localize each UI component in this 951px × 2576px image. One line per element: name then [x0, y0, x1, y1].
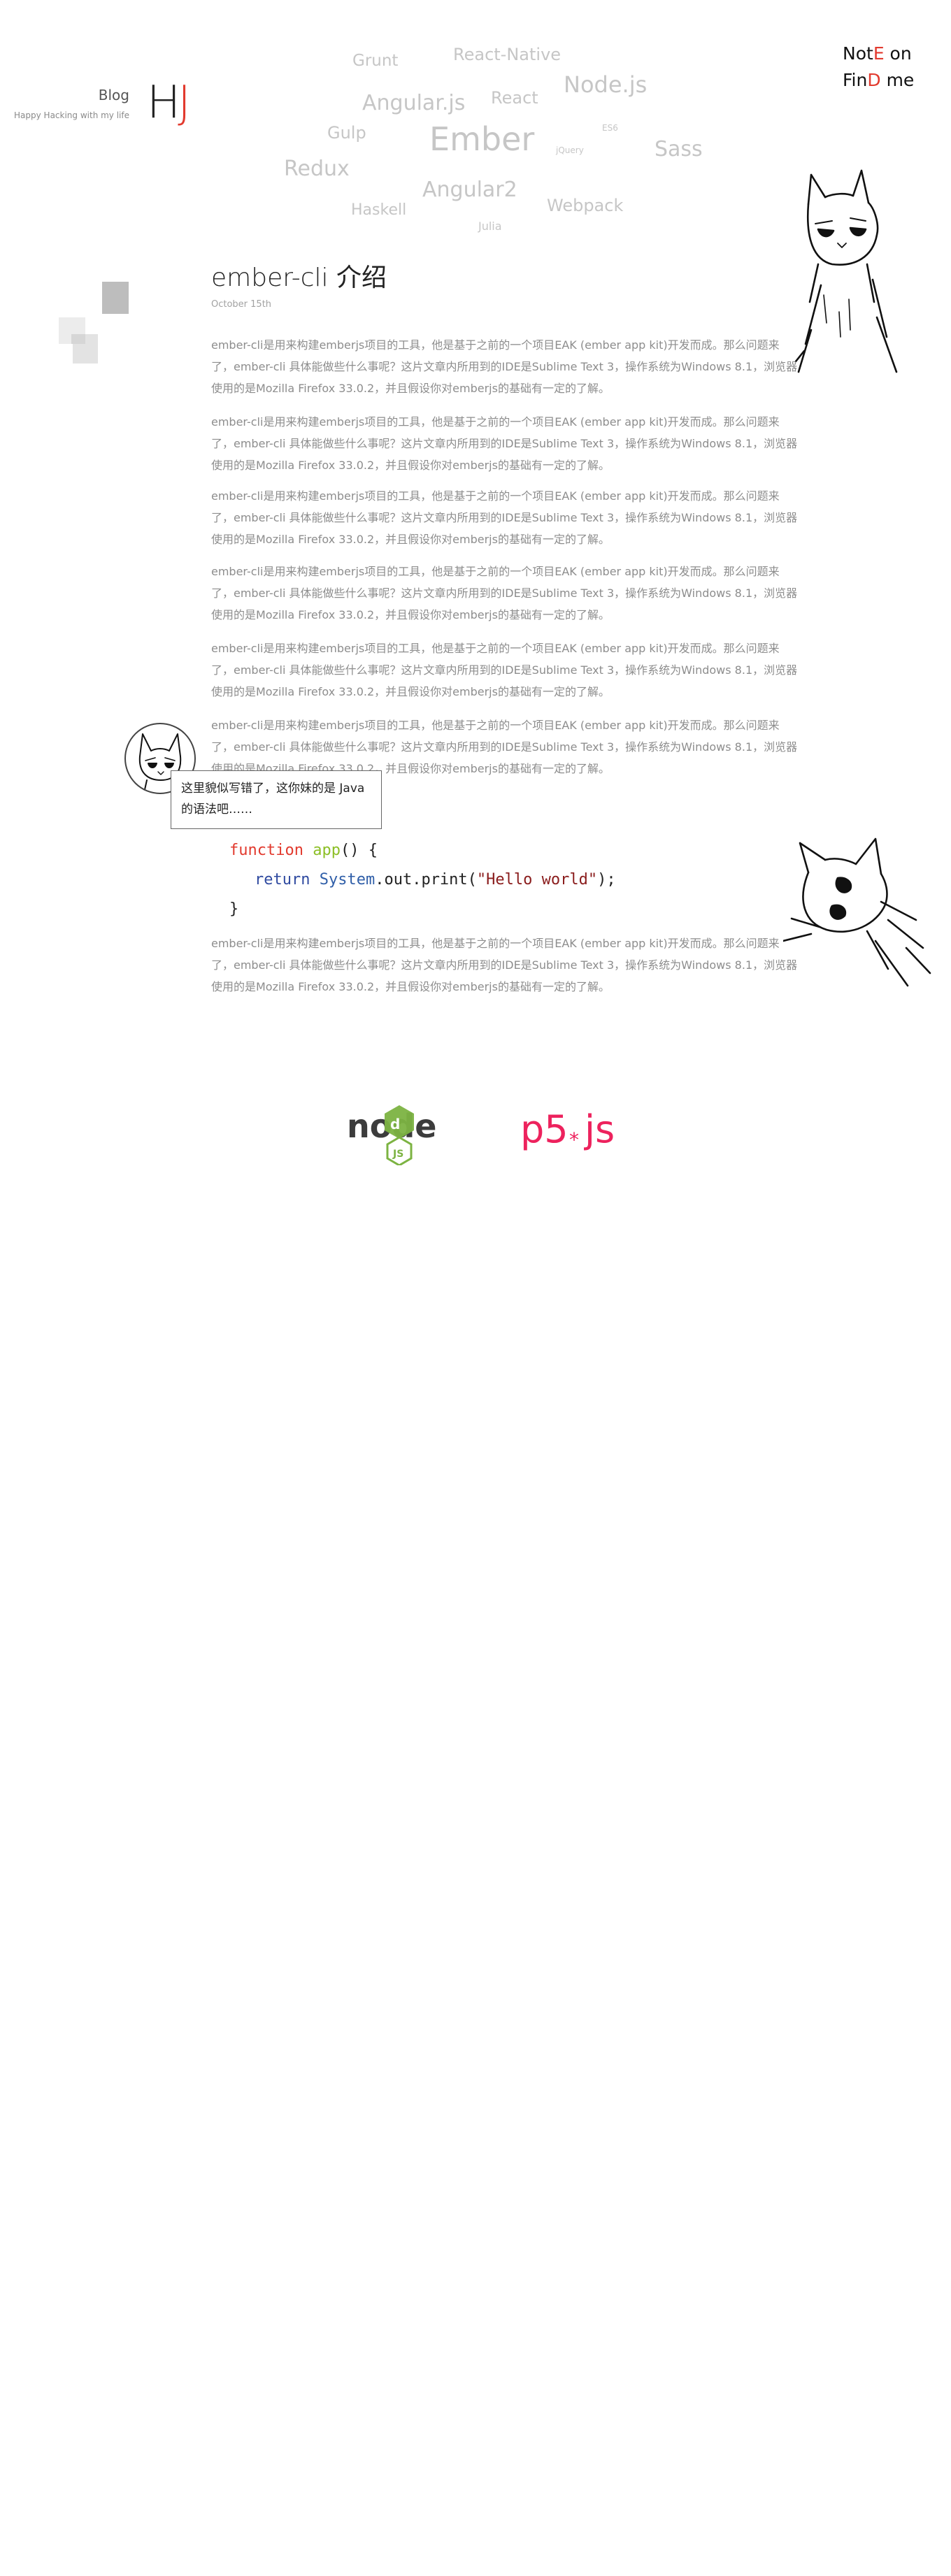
- article-paragraph: ember-cli是用来构建emberjs项目的工具，他是基于之前的一个项目EA…: [211, 937, 798, 993]
- article-paragraph: ember-cli是用来构建emberjs项目的工具，他是基于之前的一个项目EA…: [211, 565, 798, 621]
- tag-item[interactable]: Node.js: [564, 71, 647, 98]
- tag-item[interactable]: Sass: [655, 137, 703, 161]
- article-paragraph: ember-cli是用来构建emberjs项目的工具，他是基于之前的一个项目EA…: [211, 338, 798, 395]
- code-line: return System.out.print("Hello world");: [255, 871, 616, 888]
- article-header: ember-cli 介绍 October 15th: [211, 257, 785, 310]
- tag-item[interactable]: Grunt: [352, 52, 398, 70]
- deco-square: [71, 334, 85, 344]
- article-paragraph: ember-cli是用来构建emberjs项目的工具，他是基于之前的一个项目EA…: [211, 415, 798, 472]
- tag-item[interactable]: ES6: [602, 123, 618, 133]
- article-date: October 15th: [211, 299, 272, 310]
- code-line: function app() {: [229, 842, 378, 859]
- code-block: function app() { return System.out.print…: [229, 836, 616, 924]
- tag-item[interactable]: Julia: [478, 220, 502, 233]
- tag-item[interactable]: React: [491, 88, 538, 108]
- article-paragraph: ember-cli是用来构建emberjs项目的工具，他是基于之前的一个项目EA…: [211, 489, 798, 546]
- nodejs-logo-icon[interactable]: node d JS: [347, 1102, 452, 1165]
- code-line: }: [229, 900, 239, 918]
- nav-note-on[interactable]: NotE on: [843, 41, 934, 67]
- tag-item[interactable]: jQuery: [556, 145, 584, 155]
- cat-doodle-icon: [794, 169, 898, 373]
- nav-find-me[interactable]: FinD me: [843, 67, 934, 94]
- p5js-logo-text: p5: [520, 1107, 569, 1151]
- tag-item[interactable]: Haskell: [351, 201, 406, 219]
- logo-letter-j: J: [178, 77, 191, 129]
- tag-item[interactable]: Angular.js: [362, 91, 465, 115]
- blog-label[interactable]: Blog: [99, 87, 129, 103]
- comment-bubble: 这里貌似写错了，这你妹的是 Java 的语法吧……: [171, 770, 382, 829]
- tag-item[interactable]: Ember: [429, 120, 534, 158]
- p5js-logo-js: js: [584, 1107, 615, 1151]
- article-title: ember-cli 介绍: [211, 264, 387, 292]
- comment-text: 这里貌似写错了，这你妹的是 Java 的语法吧……: [181, 782, 365, 816]
- p5js-logo-icon[interactable]: p5 * js: [520, 1106, 615, 1155]
- nodejs-logo-d: d: [390, 1116, 400, 1132]
- article-paragraph: ember-cli是用来构建emberjs项目的工具，他是基于之前的一个项目EA…: [211, 642, 798, 698]
- tag-item[interactable]: Redux: [284, 157, 350, 181]
- p5js-logo-star: *: [569, 1128, 579, 1151]
- tag-item[interactable]: Webpack: [547, 196, 623, 215]
- nodejs-logo-badge: JS: [392, 1149, 403, 1160]
- cat-doodle-icon: [783, 837, 931, 987]
- site-brand[interactable]: Blog Happy Hacking with my life HJ: [14, 77, 191, 130]
- site-logo[interactable]: HJ: [147, 77, 191, 129]
- logo-letter-h: H: [147, 77, 180, 129]
- site-tagline: Happy Hacking with my life: [14, 110, 129, 120]
- tag-item[interactable]: Angular2: [422, 178, 517, 202]
- tag-cloud: Grunt React-Native Angular.js React Node…: [266, 35, 713, 245]
- deco-square: [102, 282, 129, 314]
- top-nav: NotE on FinD me: [843, 41, 934, 94]
- tag-item[interactable]: React-Native: [453, 45, 561, 64]
- tag-item[interactable]: Gulp: [327, 123, 366, 143]
